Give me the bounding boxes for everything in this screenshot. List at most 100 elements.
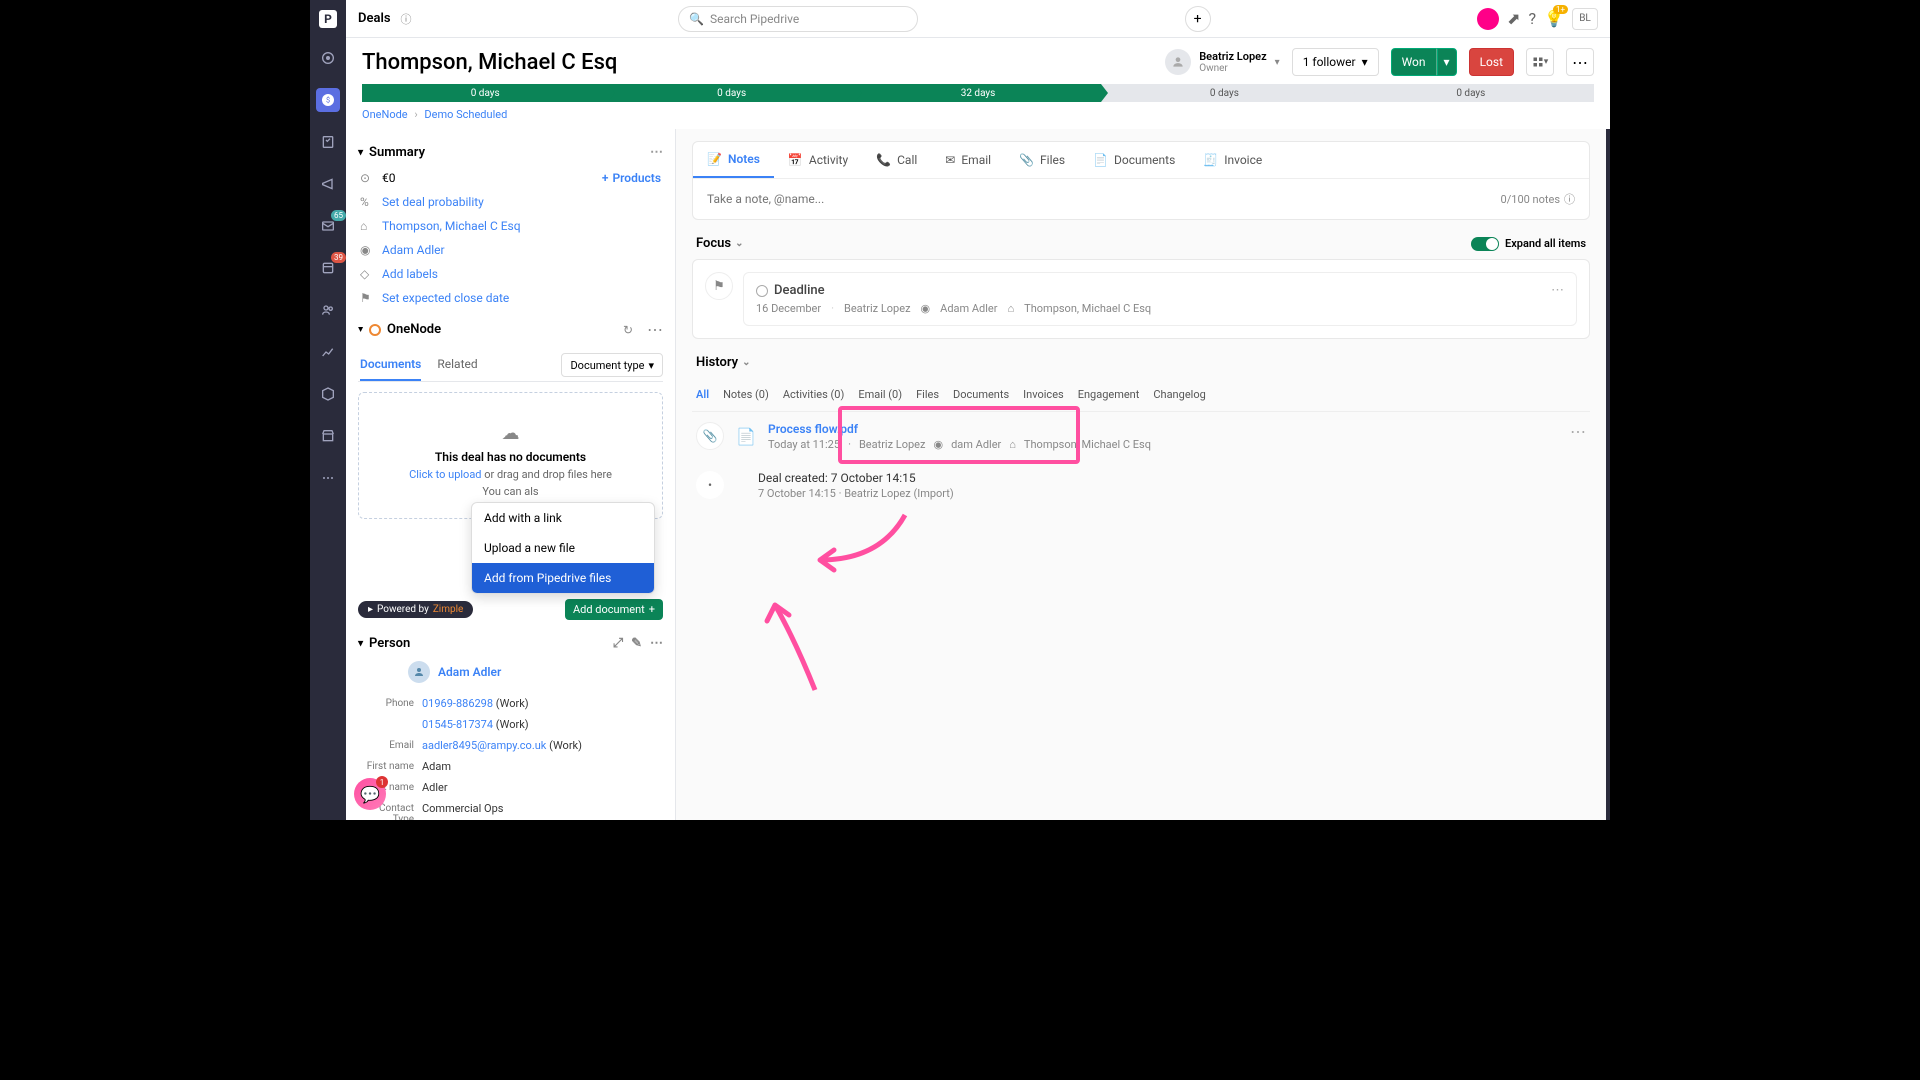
deadline-title: Deadline (774, 283, 825, 298)
menu-add-link[interactable]: Add with a link (472, 503, 654, 533)
left-rail: P $ 65 39 (310, 0, 346, 820)
pipedrive-logo[interactable]: P (319, 10, 337, 28)
svg-text:$: $ (326, 96, 330, 105)
rail-contacts-icon[interactable] (316, 298, 340, 322)
file-name-link[interactable]: Process flow.pdf (768, 422, 1560, 436)
person-link[interactable]: Adam Adler (382, 243, 445, 257)
rtab-invoice[interactable]: 🧾 Invoice (1189, 142, 1276, 178)
htab-files[interactable]: Files (916, 384, 939, 405)
search-input[interactable]: 🔍 Search Pipedrive (678, 6, 918, 32)
chevron-icon[interactable]: ▸ (355, 150, 366, 155)
edit-icon[interactable]: ✎ (631, 636, 642, 651)
summary-more-icon[interactable]: ⋯ (650, 145, 663, 160)
person-name-link[interactable]: Adam Adler (438, 665, 501, 679)
stage-1[interactable]: 0 days (362, 84, 608, 102)
refresh-icon[interactable]: ↻ (623, 323, 633, 337)
org-link[interactable]: Thompson, Michael C Esq (382, 219, 521, 233)
owner-avatar[interactable] (1165, 49, 1191, 75)
crumb-2[interactable]: Demo Scheduled (424, 108, 507, 121)
owner-caret-icon[interactable]: ▾ (1275, 57, 1280, 68)
rtab-notes[interactable]: 📝 Notes (693, 142, 774, 178)
chevron-down-icon[interactable]: ⌄ (742, 357, 750, 368)
stage-3[interactable]: 32 days (855, 84, 1101, 102)
menu-pipedrive-files[interactable]: Add from Pipedrive files (472, 563, 654, 593)
add-button[interactable]: + (1185, 6, 1211, 32)
tab-documents[interactable]: Documents (360, 349, 421, 381)
upload-link[interactable]: Click to upload (409, 468, 481, 481)
expand-toggle[interactable]: Expand all items (1471, 237, 1586, 251)
htab-changelog[interactable]: Changelog (1153, 384, 1205, 405)
rail-products-icon[interactable] (316, 382, 340, 406)
follower-button[interactable]: 1 follower ▾ (1292, 48, 1379, 76)
person-icon: ◉ (921, 302, 931, 315)
person-more-icon[interactable]: ⋯ (650, 636, 663, 651)
probability-link[interactable]: Set deal probability (382, 195, 484, 209)
quick-add-icon[interactable]: ⬈ (1507, 9, 1520, 28)
htab-all[interactable]: All (696, 384, 709, 405)
rtab-activity[interactable]: 📅 Activity (774, 142, 862, 178)
rail-marketplace-icon[interactable] (316, 424, 340, 448)
labels-link[interactable]: Add labels (382, 267, 438, 281)
rail-projects-icon[interactable] (316, 130, 340, 154)
deal-created-title: Deal created: 7 October 14:15 (758, 471, 1586, 485)
htab-email[interactable]: Email (0) (858, 384, 902, 405)
expand-icon[interactable]: ⤢ (613, 636, 623, 651)
org-icon: ⌂ (1009, 438, 1016, 451)
note-input[interactable] (707, 192, 1501, 206)
cloud-icon: ☁ (369, 423, 652, 444)
won-caret[interactable]: ▾ (1437, 48, 1457, 76)
person-icon: ◉ (933, 438, 943, 451)
add-document-menu: Add with a link Upload a new file Add fr… (471, 502, 655, 594)
stage-2[interactable]: 0 days (608, 84, 854, 102)
user-menu[interactable]: BL (1572, 8, 1598, 30)
rail-deals-icon[interactable]: $ (316, 88, 340, 112)
htab-documents[interactable]: Documents (953, 384, 1009, 405)
closedate-link[interactable]: Set expected close date (382, 291, 509, 305)
email-link[interactable]: aadler8495@rampy.co.uk (422, 739, 546, 752)
onenode-more-icon[interactable]: ⋯ (647, 320, 663, 339)
rail-mail-icon[interactable]: 65 (316, 214, 340, 238)
info-icon[interactable]: ⓘ (401, 11, 412, 27)
chevron-down-icon[interactable]: ⌄ (735, 238, 743, 249)
rtab-files[interactable]: 📎 Files (1005, 142, 1079, 178)
phone2-link[interactable]: 01545-817374 (422, 718, 493, 731)
rtab-email[interactable]: ✉ Email (931, 142, 1005, 178)
phone1-link[interactable]: 01969-886298 (422, 697, 493, 710)
help-icon[interactable]: ? (1529, 9, 1537, 28)
rail-activities-icon[interactable]: 39 (316, 256, 340, 280)
doctype-filter[interactable]: Document type ▾ (561, 353, 663, 377)
chevron-icon[interactable]: ▸ (355, 641, 366, 646)
rtab-documents[interactable]: 📄 Documents (1079, 142, 1189, 178)
more-button[interactable]: ⋯ (1566, 48, 1594, 76)
add-document-button[interactable]: Add document + (565, 599, 663, 620)
note-counter: 0/100 notes ⓘ (1501, 191, 1575, 207)
stage-4[interactable]: 0 days (1101, 84, 1347, 102)
assistant-icon[interactable] (1477, 8, 1499, 30)
notifications-icon[interactable]: 💡1+ (1544, 9, 1564, 28)
menu-upload-file[interactable]: Upload a new file (472, 533, 654, 563)
won-button[interactable]: Won (1391, 48, 1437, 76)
item-more-icon[interactable]: ⋯ (1570, 422, 1586, 451)
lost-button[interactable]: Lost (1469, 48, 1514, 76)
dot-icon: • (696, 471, 724, 499)
deadline-more-icon[interactable]: ⋯ (1551, 283, 1564, 298)
htab-activities[interactable]: Activities (0) (783, 384, 845, 405)
htab-invoices[interactable]: Invoices (1023, 384, 1064, 405)
rail-more-icon[interactable] (316, 466, 340, 490)
tab-related[interactable]: Related (437, 349, 477, 381)
search-placeholder: Search Pipedrive (710, 12, 799, 26)
label-icon: ◇ (360, 267, 374, 281)
htab-engagement[interactable]: Engagement (1078, 384, 1140, 405)
rail-home-icon[interactable] (316, 46, 340, 70)
chevron-icon[interactable]: ▸ (355, 327, 366, 332)
crumb-1[interactable]: OneNode (362, 108, 408, 121)
chat-widget[interactable]: 💬1 (354, 778, 386, 810)
rtab-call[interactable]: 📞 Call (862, 142, 931, 178)
products-link[interactable]: + Products (602, 171, 661, 185)
layout-button[interactable]: ▾ (1526, 48, 1554, 76)
rail-insights-icon[interactable] (316, 340, 340, 364)
stage-5[interactable]: 0 days (1348, 84, 1594, 102)
rail-campaigns-icon[interactable] (316, 172, 340, 196)
htab-notes[interactable]: Notes (0) (723, 384, 769, 405)
upload-dropzone[interactable]: ☁ This deal has no documents Click to up… (358, 392, 663, 519)
